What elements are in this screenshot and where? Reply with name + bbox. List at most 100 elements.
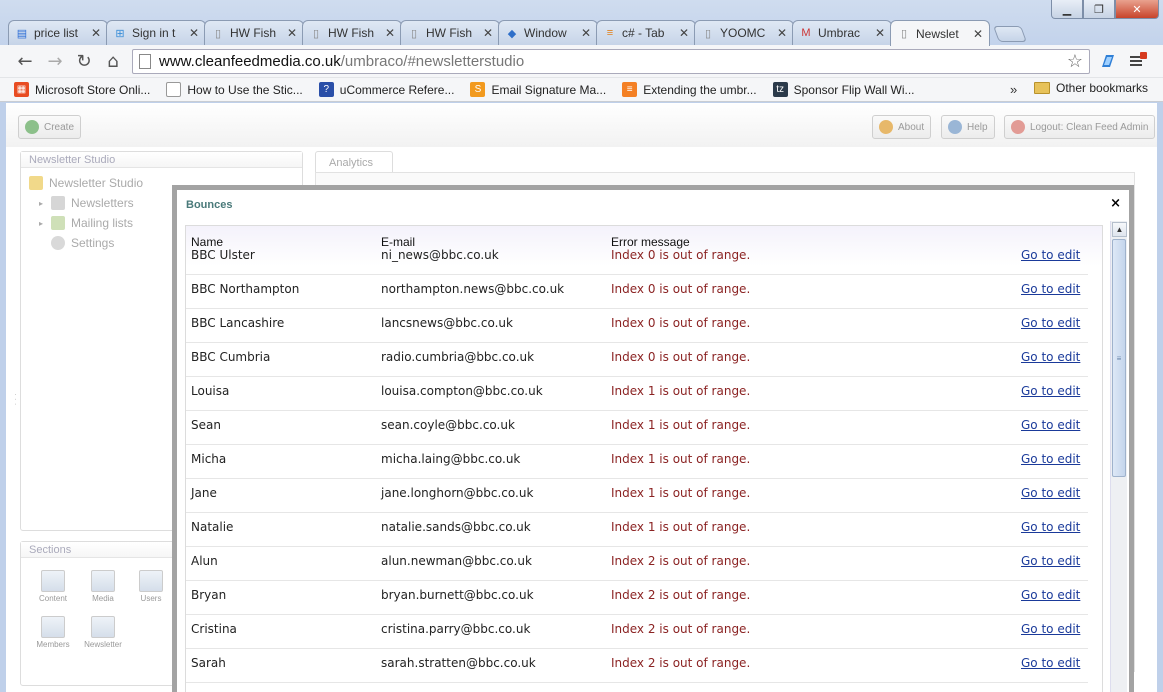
tree-root[interactable]: Newsletter Studio bbox=[29, 176, 143, 190]
bookmark-item[interactable]: ≡ Extending the umbr... bbox=[622, 82, 757, 97]
go-to-edit-link[interactable]: Go to edit bbox=[1021, 316, 1080, 330]
go-to-edit-link[interactable]: Go to edit bbox=[1021, 588, 1080, 602]
row-error: Index 1 is out of range. bbox=[611, 452, 751, 466]
menu-icon-graphic bbox=[1130, 52, 1147, 66]
minimize-button[interactable]: ▁ bbox=[1051, 0, 1083, 19]
extension-icon[interactable] bbox=[1097, 51, 1117, 71]
go-to-edit-link[interactable]: Go to edit bbox=[1021, 418, 1080, 432]
tree-item-mailing-lists[interactable]: ▸ Mailing lists bbox=[39, 216, 133, 230]
go-to-edit-link[interactable]: Go to edit bbox=[1021, 554, 1080, 568]
close-tab-icon[interactable]: ✕ bbox=[483, 26, 493, 40]
expand-arrow-icon[interactable]: ▸ bbox=[39, 199, 47, 208]
go-to-edit-link[interactable]: Go to edit bbox=[1021, 350, 1080, 364]
create-icon bbox=[25, 120, 39, 134]
more-bookmarks-chevron[interactable]: » bbox=[1010, 82, 1017, 97]
close-tab-icon[interactable]: ✕ bbox=[973, 27, 983, 41]
home-icon[interactable]: ⌂ bbox=[102, 51, 124, 72]
bookmark-label: Microsoft Store Onli... bbox=[35, 82, 151, 97]
row-error: Index 0 is out of range. bbox=[611, 316, 751, 330]
table-row: Natalie natalie.sands@bbc.co.uk Index 1 is… bbox=[186, 513, 1088, 547]
close-icon[interactable]: × bbox=[1110, 196, 1121, 211]
browser-tab[interactable]: ▤ price list ✕ bbox=[8, 20, 108, 45]
row-name: Cristina bbox=[191, 622, 237, 636]
close-tab-icon[interactable]: ✕ bbox=[189, 26, 199, 40]
forward-arrow-icon[interactable]: → bbox=[44, 51, 66, 72]
row-name: BBC Cumbria bbox=[191, 350, 271, 364]
go-to-edit-link[interactable]: Go to edit bbox=[1021, 248, 1080, 262]
close-tab-icon[interactable]: ✕ bbox=[581, 26, 591, 40]
tab-analytics[interactable]: Analytics bbox=[315, 151, 393, 173]
browser-tab[interactable]: M Umbrac ✕ bbox=[792, 20, 892, 45]
address-bar[interactable]: www.cleanfeedmedia.co.uk/umbraco/#newsle… bbox=[132, 49, 1090, 74]
go-to-edit-link[interactable]: Go to edit bbox=[1021, 656, 1080, 670]
go-to-edit-link[interactable]: Go to edit bbox=[1021, 486, 1080, 500]
scrollbar-thumb[interactable]: ≡ bbox=[1112, 239, 1126, 477]
tree-item-label: Settings bbox=[71, 236, 115, 250]
about-button[interactable]: About bbox=[872, 115, 932, 139]
bookmark-item[interactable]: tz Sponsor Flip Wall Wi... bbox=[772, 82, 915, 97]
row-error: Index 1 is out of range. bbox=[611, 520, 751, 534]
browser-tab[interactable]: ▯ HW Fish ✕ bbox=[204, 20, 304, 45]
reload-icon[interactable]: ↻ bbox=[73, 51, 95, 72]
row-error: Index 1 is out of range. bbox=[611, 486, 751, 500]
stack-icon: ≡ bbox=[622, 82, 638, 97]
vertical-scrollbar[interactable]: ▲ ≡ bbox=[1110, 221, 1127, 692]
close-tab-icon[interactable]: ✕ bbox=[385, 26, 395, 40]
row-name: Natalie bbox=[191, 520, 234, 534]
go-to-edit-link[interactable]: Go to edit bbox=[1021, 384, 1080, 398]
section-newsletter[interactable]: Newsletter bbox=[83, 616, 123, 649]
bookmark-item[interactable]: ? uCommerce Refere... bbox=[318, 82, 454, 97]
scroll-up-arrow-icon[interactable]: ▲ bbox=[1112, 222, 1127, 237]
menu-wrench-icon[interactable] bbox=[1128, 51, 1148, 71]
browser-tab[interactable]: ▯ HW Fish ✕ bbox=[400, 20, 500, 45]
section-label: Users bbox=[140, 594, 162, 603]
browser-tab[interactable]: ▯ HW Fish ✕ bbox=[302, 20, 402, 45]
browser-tab[interactable]: ≡ c# - Tab ✕ bbox=[596, 20, 696, 45]
new-tab-button[interactable] bbox=[993, 26, 1027, 42]
tab-label: c# - Tab bbox=[622, 26, 665, 40]
expand-arrow-icon[interactable]: ▸ bbox=[39, 219, 47, 228]
section-media[interactable]: Media bbox=[83, 570, 123, 603]
close-tab-icon[interactable]: ✕ bbox=[679, 26, 689, 40]
table-row: BBC Northampton northampton.news@bbc.co.u… bbox=[186, 275, 1088, 309]
page-icon: ▯ bbox=[410, 27, 418, 40]
section-users[interactable]: Users bbox=[131, 570, 171, 603]
modal-title: Bounces bbox=[186, 199, 233, 211]
bookmark-star-icon[interactable]: ☆ bbox=[1067, 51, 1083, 72]
maximize-button[interactable]: ❐ bbox=[1083, 0, 1115, 19]
close-tab-icon[interactable]: ✕ bbox=[777, 26, 787, 40]
section-label: Content bbox=[38, 594, 68, 603]
logout-button[interactable]: Logout: Clean Feed Admin bbox=[1004, 115, 1156, 139]
other-bookmarks[interactable]: Other bookmarks bbox=[1034, 81, 1148, 95]
back-arrow-icon[interactable]: ← bbox=[14, 51, 36, 72]
close-tab-icon[interactable]: ✕ bbox=[875, 26, 885, 40]
bookmark-item[interactable]: ▦ Microsoft Store Onli... bbox=[14, 82, 150, 97]
bounces-modal: Bounces × Name E-mail Error message BBC … bbox=[172, 185, 1134, 692]
section-members[interactable]: Members bbox=[33, 616, 73, 649]
close-window-button[interactable]: ✕ bbox=[1115, 0, 1159, 19]
go-to-edit-link[interactable]: Go to edit bbox=[1021, 622, 1080, 636]
section-content[interactable]: Content bbox=[33, 570, 73, 603]
row-error: Index 2 is out of range. bbox=[611, 622, 751, 636]
panel-splitter[interactable]: · · · bbox=[11, 393, 20, 405]
close-tab-icon[interactable]: ✕ bbox=[91, 26, 101, 40]
help-button[interactable]: Help bbox=[941, 115, 995, 139]
tree-item-newsletters[interactable]: ▸ Newsletters bbox=[39, 196, 134, 210]
browser-tab[interactable]: ⊞ Sign in t ✕ bbox=[106, 20, 206, 45]
section-label: Newsletter bbox=[84, 640, 122, 649]
close-tab-icon[interactable]: ✕ bbox=[287, 26, 297, 40]
browser-tab[interactable]: ▯ YOOMC ✕ bbox=[694, 20, 794, 45]
go-to-edit-link[interactable]: Go to edit bbox=[1021, 282, 1080, 296]
bookmark-item[interactable]: S Email Signature Ma... bbox=[470, 82, 606, 97]
bookmark-item[interactable]: How to Use the Stic... bbox=[166, 82, 303, 97]
table-row: Sean sean.coyle@bbc.co.uk Index 1 is out o… bbox=[186, 411, 1088, 445]
bookmark-label: Extending the umbr... bbox=[643, 82, 757, 97]
users-icon bbox=[51, 216, 65, 230]
create-button[interactable]: Create bbox=[18, 115, 82, 139]
tree-item-settings[interactable]: Settings bbox=[51, 236, 114, 250]
go-to-edit-link[interactable]: Go to edit bbox=[1021, 520, 1080, 534]
browser-tab[interactable]: ◆ Window ✕ bbox=[498, 20, 598, 45]
go-to-edit-link[interactable]: Go to edit bbox=[1021, 452, 1080, 466]
browser-tab[interactable]: ▯ Newslet ✕ bbox=[890, 20, 990, 46]
table-row: Alun alun.newman@bbc.co.uk Index 2 is out … bbox=[186, 547, 1088, 581]
